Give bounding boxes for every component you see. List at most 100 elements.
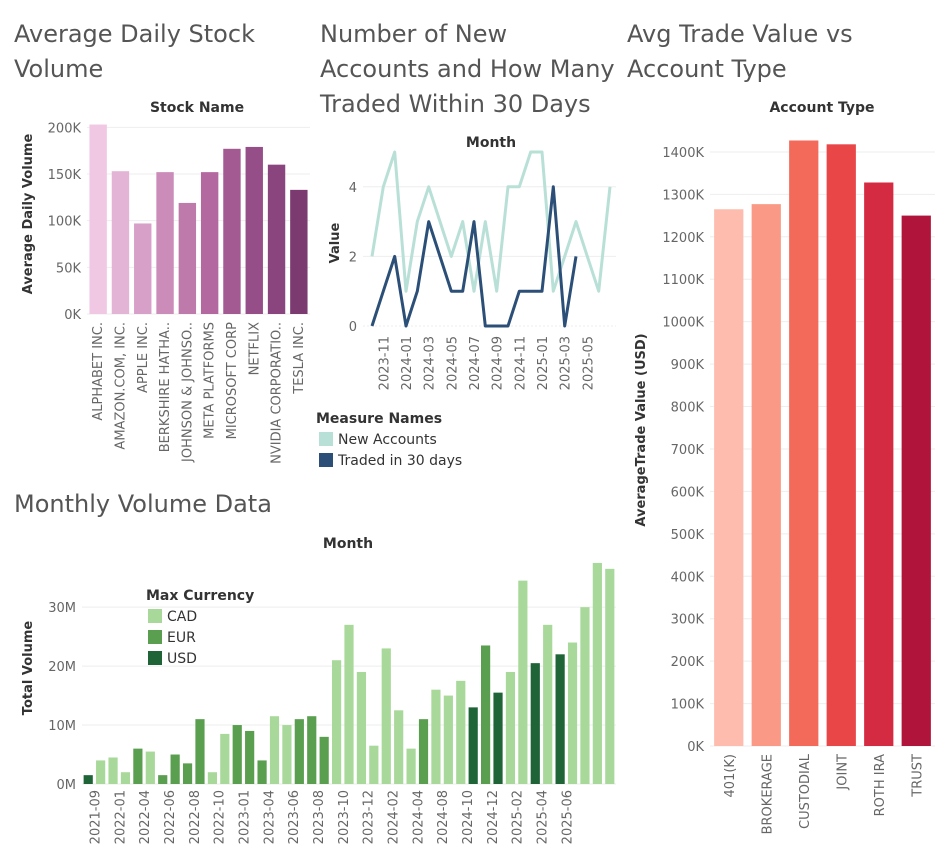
monthly-bar [592, 562, 602, 784]
stock-bar [111, 171, 130, 314]
stock-bar [89, 124, 107, 315]
monthly-y-tick-label: 10M [48, 719, 76, 734]
monthly-bar [269, 716, 280, 784]
legend-label-eur: EUR [167, 630, 196, 646]
accounts-y-tick-label: 0 [349, 320, 357, 335]
accounts-x-tick-label: 2025-01 [536, 336, 551, 390]
monthly-bar [294, 719, 304, 784]
trade-x-tick-label: 401(K) [723, 754, 738, 797]
accounts-x-tick-label: 2025-05 [581, 336, 596, 390]
monthly-bar [344, 624, 354, 784]
monthly-bar [605, 568, 615, 784]
accounts-chart-title-line2: Accounts and How Many [320, 55, 615, 83]
trade-chart-title-line1: Avg Trade Value vs [627, 20, 853, 48]
stock-bar [245, 146, 263, 314]
accounts-y-tick-label: 2 [349, 250, 357, 265]
accounts-x-tick-label: 2024-09 [491, 336, 506, 390]
monthly-bar [518, 580, 528, 784]
monthly-x-tick-label: 2024-04 [411, 790, 426, 844]
legend-swatch-traded [319, 453, 333, 467]
monthly-x-tick-label: 2023-08 [312, 790, 327, 844]
monthly-x-tick-label: 2022-04 [138, 790, 153, 844]
monthly-x-tick-label: 2022-06 [163, 790, 178, 844]
stock-y-tick-label: 50K [56, 261, 82, 276]
trade-x-tick-label: BROKERAGE [760, 754, 775, 834]
monthly-x-tick-label: 2023-10 [337, 790, 352, 844]
accounts-chart-header: Month [466, 135, 516, 151]
trade-y-tick-label: 600K [671, 485, 705, 500]
accounts-chart-title-line1: Number of New [320, 20, 507, 48]
trade-bar [751, 204, 781, 747]
monthly-chart-title: Monthly Volume Data [14, 490, 272, 518]
stock-x-tick-label: NETFLIX [247, 322, 262, 375]
stock-x-tick-label: META PLATFORMS [203, 322, 218, 439]
monthly-y-tick-label: 20M [48, 660, 76, 675]
stock-y-tick-label: 100K [48, 215, 82, 230]
legend-swatch-usd [148, 651, 162, 665]
trade-y-tick-label: 0K [687, 740, 704, 755]
monthly-bar [381, 648, 391, 784]
monthly-x-tick-label: 2024-08 [436, 790, 451, 844]
trade-y-tick-label: 1000K [662, 316, 704, 331]
monthly-bar [96, 760, 106, 784]
legend-swatch-cad [148, 609, 162, 623]
monthly-bar [369, 745, 379, 784]
trade-y-tick-label: 100K [671, 698, 705, 713]
monthly-bar [431, 689, 441, 784]
monthly-x-tick-label: 2023-04 [262, 790, 277, 844]
monthly-bar [83, 775, 93, 784]
monthly-bar [133, 748, 143, 784]
accounts-x-tick-label: 2024-11 [513, 336, 528, 390]
monthly-bar [232, 725, 242, 784]
monthly-chart-header: Month [323, 536, 373, 552]
stock-bar [223, 148, 241, 314]
accounts-x-tick-label: 2024-05 [445, 336, 460, 390]
monthly-x-tick-label: 2023-12 [362, 790, 377, 844]
monthly-bar [145, 751, 155, 784]
monthly-y-axis-label: Total Volume [21, 621, 36, 716]
stock-x-tick-label: JOHNSON & JOHNSO.. [180, 322, 195, 463]
monthly-x-tick-label: 2024-12 [486, 790, 501, 844]
trade-y-tick-label: 1200K [662, 231, 704, 246]
stock-y-axis-label: Average Daily Volume [21, 134, 36, 295]
trade-y-tick-label: 700K [671, 443, 705, 458]
monthly-bar [443, 695, 453, 784]
monthly-bar [505, 672, 516, 784]
monthly-bar [282, 725, 292, 784]
trade-y-tick-label: 1400K [662, 146, 704, 161]
accounts-x-tick-label: 2024-01 [400, 336, 415, 390]
monthly-y-tick-label: 0M [57, 778, 77, 793]
stock-x-tick-label: ALPHABET INC. [91, 322, 106, 421]
trade-y-tick-label: 1100K [662, 273, 704, 288]
stock-x-tick-label: AMAZON.COM, INC. [113, 322, 128, 450]
accounts-x-tick-label: 2025-03 [559, 336, 574, 390]
monthly-bar [170, 754, 180, 784]
stock-x-tick-label: TESLA INC. [292, 322, 307, 395]
monthly-x-tick-label: 2022-10 [213, 790, 228, 844]
monthly-x-tick-label: 2022-01 [113, 790, 128, 844]
trade-x-tick-label: JOINT [835, 754, 850, 791]
trade-y-tick-label: 900K [671, 358, 705, 373]
trade-bar [864, 182, 894, 746]
stock-bar [134, 223, 152, 314]
trade-y-axis-label: AverageTrade Value (USD) [634, 333, 649, 526]
monthly-bar [356, 672, 367, 784]
monthly-bar [245, 730, 255, 784]
monthly-x-tick-label: 2023-06 [287, 790, 302, 844]
trade-bar [714, 209, 744, 746]
stock-bar [178, 202, 197, 314]
accounts-x-tick-label: 2024-03 [423, 336, 438, 390]
monthly-x-tick-label: 2024-10 [461, 790, 476, 844]
trade-y-tick-label: 200K [671, 655, 705, 670]
trade-x-tick-label: TRUST [910, 754, 925, 798]
monthly-bar [319, 736, 329, 784]
monthly-bar [257, 760, 267, 784]
monthly-bar [468, 707, 478, 784]
legend-swatch-new-accounts [319, 432, 333, 446]
monthly-x-tick-label: 2025-04 [535, 790, 550, 844]
stock-bar [290, 189, 308, 314]
monthly-bar [195, 719, 205, 784]
trade-y-tick-label: 300K [671, 613, 705, 628]
legend-label-usd: USD [167, 651, 197, 667]
chart-marks: 0K50K100K150K200KALPHABET INC. AMAZON.COM… [48, 121, 935, 844]
